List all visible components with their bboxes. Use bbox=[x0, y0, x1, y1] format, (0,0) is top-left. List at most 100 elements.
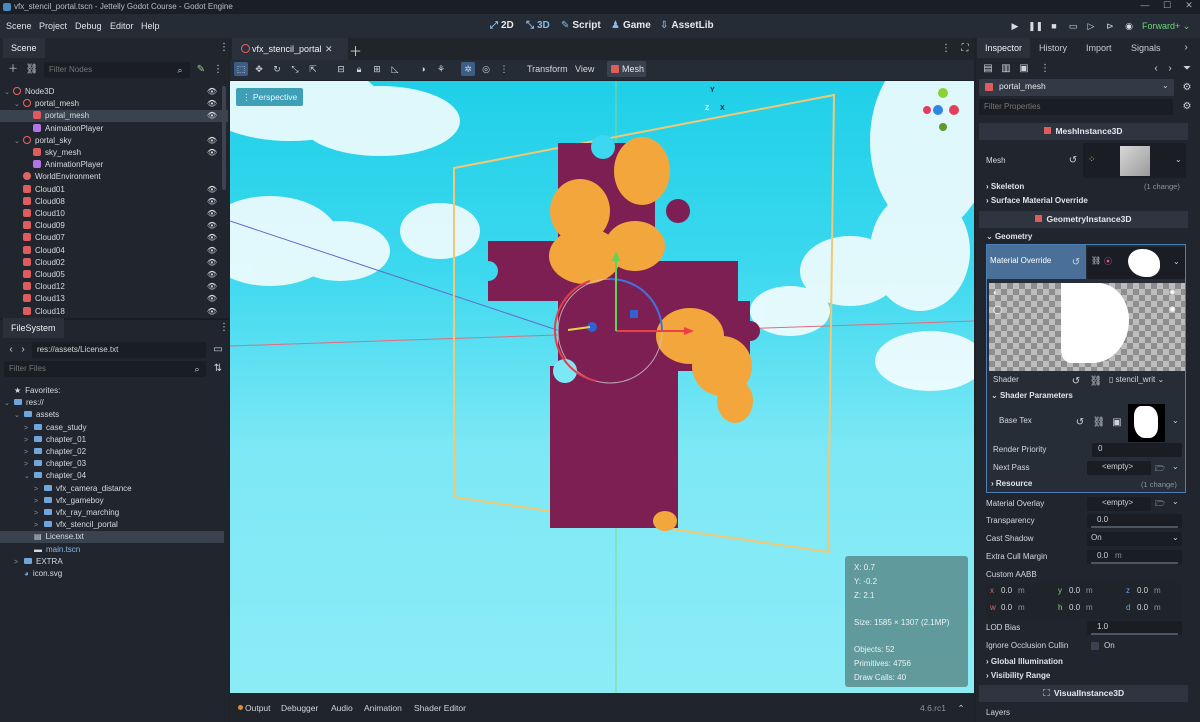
preview-sphere-icon[interactable]: ✺ bbox=[1169, 288, 1176, 297]
mesh-menu[interactable]: Mesh bbox=[607, 61, 646, 77]
visibility-eye-icon[interactable]: 👁︎ bbox=[207, 196, 217, 208]
play-icon[interactable]: ▶ bbox=[1008, 19, 1022, 33]
instance-scene-icon[interactable]: ⛓ bbox=[25, 63, 39, 77]
next-pass-load-icon[interactable]: 🗁︎ bbox=[1153, 462, 1167, 476]
play-custom-scene-icon[interactable]: ⊳ bbox=[1103, 19, 1117, 33]
base-tex-link-icon[interactable]: ⛓ bbox=[1092, 416, 1106, 430]
file-item[interactable]: ⌄ assets bbox=[0, 409, 224, 421]
section-visualinstance3d[interactable]: VisualInstance3D bbox=[979, 685, 1188, 702]
move-tool-icon[interactable]: ✥ bbox=[252, 62, 266, 76]
next-pass-dropdown-icon[interactable]: ⌄ bbox=[1172, 462, 1179, 471]
visibility-eye-icon[interactable]: 👁︎ bbox=[207, 269, 217, 281]
select-tool-icon[interactable]: ⬚ bbox=[234, 62, 248, 76]
revert-material-icon[interactable]: ↺ bbox=[1069, 256, 1083, 270]
remote-debug-icon[interactable]: ▭ bbox=[1066, 19, 1080, 33]
stop-icon[interactable]: ■ bbox=[1047, 19, 1061, 33]
preview-box-icon[interactable]: ✺ bbox=[1169, 305, 1176, 314]
preview-light-1-icon[interactable]: ◐ bbox=[993, 288, 998, 297]
menu-project[interactable]: Project bbox=[39, 14, 67, 38]
folder-expand-icon[interactable]: > bbox=[24, 447, 32, 459]
file-item[interactable]: ▬ main.tscn bbox=[0, 544, 224, 556]
visibility-eye-icon[interactable]: 👁︎ bbox=[207, 110, 217, 122]
material-overlay-dropdown-icon[interactable]: ⌄ bbox=[1172, 497, 1179, 506]
scene-dock-menu-icon[interactable]: ⋮ bbox=[217, 41, 231, 55]
main-screen-3d[interactable]: ⤡ 3D bbox=[526, 14, 550, 38]
file-item[interactable]: ★ Favorites: bbox=[0, 385, 224, 397]
visibility-eye-icon[interactable]: 👁︎ bbox=[207, 245, 217, 257]
main-screen-assetlib[interactable]: ⇩ AssetLib bbox=[660, 14, 714, 38]
resource-group[interactable]: › Resource bbox=[991, 479, 1032, 488]
transform-menu[interactable]: Transform bbox=[527, 62, 568, 76]
scene-node[interactable]: Cloud08 👁︎ bbox=[0, 196, 228, 208]
geometry-group[interactable]: ⌄ Geometry bbox=[986, 231, 1032, 243]
next-pass-picker[interactable]: <empty> bbox=[1087, 461, 1151, 475]
visibility-eye-icon[interactable]: 👁︎ bbox=[207, 306, 217, 316]
maximize-icon[interactable]: ☐ bbox=[1156, 0, 1178, 14]
folder-expand-icon[interactable]: > bbox=[34, 508, 42, 520]
scene-node[interactable]: sky_mesh 👁︎ bbox=[0, 147, 228, 159]
tab-audio[interactable]: Audio bbox=[331, 701, 353, 715]
attach-script-icon[interactable]: ✎ bbox=[194, 63, 208, 77]
file-item[interactable]: > vfx_camera_distance bbox=[0, 483, 224, 495]
scene-node[interactable]: ⌄ portal_sky 👁︎ bbox=[0, 135, 228, 147]
file-item[interactable]: > vfx_gameboy bbox=[0, 495, 224, 507]
section-geometryinstance3d[interactable]: GeometryInstance3D bbox=[979, 211, 1188, 228]
ignore-occlusion-checkbox[interactable] bbox=[1091, 642, 1099, 650]
toolbar-more-icon[interactable]: ⋮ bbox=[497, 62, 511, 76]
file-item[interactable]: > chapter_02 bbox=[0, 446, 224, 458]
split-view-icon[interactable]: ▭ bbox=[211, 343, 225, 357]
visibility-range-group[interactable]: › Visibility Range bbox=[986, 670, 1050, 682]
path-field[interactable]: res://assets/License.txt bbox=[32, 342, 206, 358]
visibility-eye-icon[interactable]: 👁︎ bbox=[207, 135, 217, 147]
group-icon[interactable]: 🔒︎ bbox=[352, 62, 366, 76]
renderer-select[interactable]: Forward+ ⌄ bbox=[1142, 14, 1190, 38]
folder-expand-icon[interactable]: > bbox=[34, 520, 42, 532]
scene-node[interactable]: AnimationPlayer bbox=[0, 159, 228, 171]
filter-properties-input[interactable] bbox=[979, 99, 1173, 115]
scene-node[interactable]: Cloud07 👁︎ bbox=[0, 232, 228, 244]
scene-node[interactable]: AnimationPlayer bbox=[0, 123, 228, 135]
scene-node[interactable]: Cloud02 👁︎ bbox=[0, 257, 228, 269]
preview-light-2-icon[interactable]: ◯ bbox=[993, 305, 1002, 314]
sun-preview-icon[interactable]: ◑ bbox=[416, 62, 430, 76]
scene-tree-scrollbar[interactable] bbox=[222, 86, 226, 190]
visibility-eye-icon[interactable]: 👁︎ bbox=[207, 98, 217, 110]
inspector-settings-icon[interactable]: ⚙ bbox=[1180, 100, 1194, 114]
file-item[interactable]: > chapter_03 bbox=[0, 458, 224, 470]
transparency-slider[interactable] bbox=[1091, 526, 1178, 528]
scene-node[interactable]: Cloud18 👁︎ bbox=[0, 306, 228, 316]
scene-node[interactable]: WorldEnvironment bbox=[0, 171, 228, 183]
file-item[interactable]: > vfx_ray_marching bbox=[0, 507, 224, 519]
pause-icon[interactable]: ❚❚ bbox=[1028, 19, 1043, 33]
load-resource-icon[interactable]: ▥ bbox=[999, 62, 1013, 76]
menu-editor[interactable]: Editor bbox=[110, 14, 134, 38]
scene-node[interactable]: Cloud10 👁︎ bbox=[0, 208, 228, 220]
3d-viewport[interactable]: ⋮ Perspective Y Z X X: 0.7 Y: -0.2 Z: 2.… bbox=[230, 81, 974, 693]
menu-debug[interactable]: Debug bbox=[75, 14, 102, 38]
shader-resource-picker[interactable]: ▯ stencil_writ ⌄ bbox=[1109, 375, 1164, 384]
object-tools-icon[interactable]: ⚙ bbox=[1180, 81, 1194, 95]
visibility-eye-icon[interactable]: 👁︎ bbox=[207, 257, 217, 269]
file-item[interactable]: > vfx_stencil_portal bbox=[0, 519, 224, 531]
filter-files-input[interactable] bbox=[4, 361, 206, 377]
tab-animation[interactable]: Animation bbox=[364, 701, 402, 715]
folder-expand-icon[interactable]: ⌄ bbox=[14, 410, 22, 422]
tab-debugger[interactable]: Debugger bbox=[281, 701, 318, 715]
add-node-icon[interactable]: ＋ bbox=[6, 63, 20, 77]
scene-tree-menu-icon[interactable]: ⋮ bbox=[211, 63, 225, 77]
visibility-eye-icon[interactable]: 👁︎ bbox=[207, 208, 217, 220]
menu-scene[interactable]: Scene bbox=[6, 14, 32, 38]
save-resource-icon[interactable]: ▣ bbox=[1017, 62, 1031, 76]
distraction-free-icon[interactable]: ⛶ bbox=[958, 42, 972, 56]
file-item[interactable]: > case_study bbox=[0, 422, 224, 434]
main-screen-game[interactable]: ♟ Game bbox=[611, 14, 651, 38]
movie-maker-icon[interactable]: ◉ bbox=[1122, 19, 1136, 33]
revert-mesh-icon[interactable]: ↺ bbox=[1066, 154, 1080, 168]
material-overlay-picker[interactable]: <empty> bbox=[1087, 497, 1151, 511]
scene-node[interactable]: Cloud12 👁︎ bbox=[0, 281, 228, 293]
base-tex-dropdown-icon[interactable]: ⌄ bbox=[1172, 416, 1179, 425]
folder-expand-icon[interactable]: > bbox=[24, 435, 32, 447]
filesystem-dock-menu-icon[interactable]: ⋮ bbox=[217, 321, 231, 335]
render-priority-field[interactable]: 0 bbox=[1092, 443, 1182, 457]
file-item[interactable]: > EXTRA bbox=[0, 556, 224, 568]
